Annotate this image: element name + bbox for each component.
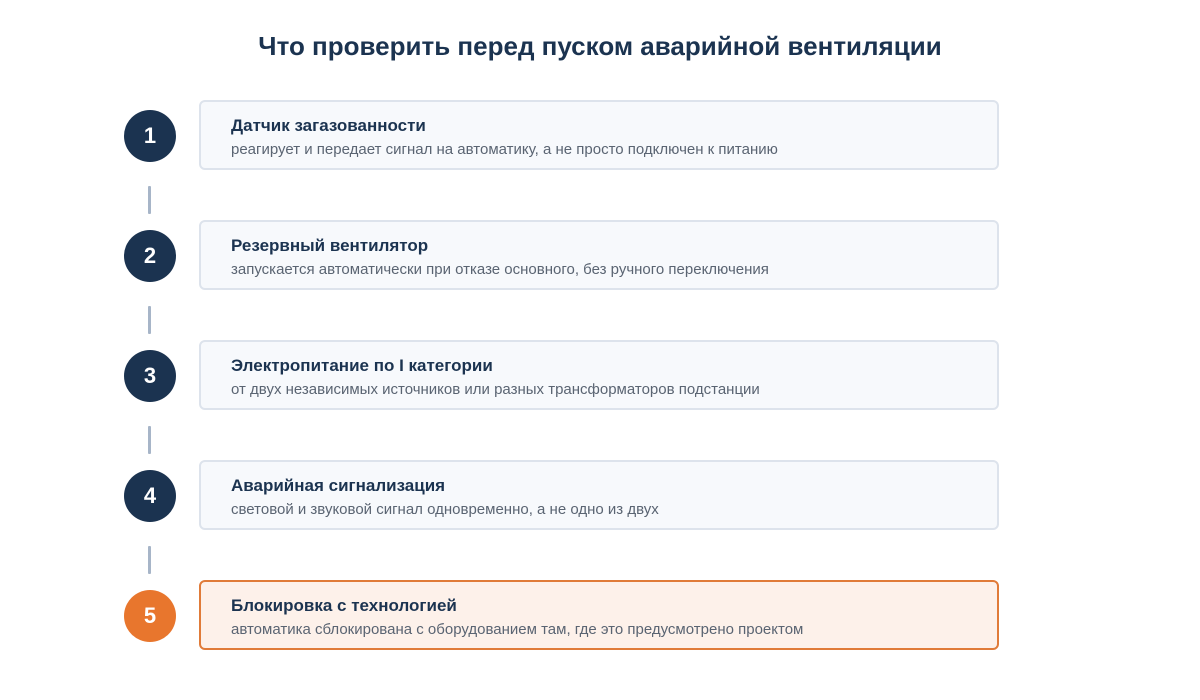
step-2: 2 Резервный вентилятор запускается автом…	[0, 220, 1200, 292]
step-number-badge: 5	[124, 590, 176, 642]
step-number-badge: 3	[124, 350, 176, 402]
step-description: от двух независимых источников или разны…	[231, 381, 760, 398]
step-description: запускается автоматически при отказе осн…	[231, 261, 769, 278]
step-card-highlighted: Блокировка с технологией автоматика сбло…	[199, 580, 999, 650]
step-title: Датчик загазованности	[231, 116, 426, 135]
step-connector	[148, 426, 151, 454]
step-number-badge: 2	[124, 230, 176, 282]
step-5: 5 Блокировка с технологией автоматика сб…	[0, 580, 1200, 652]
step-connector	[148, 546, 151, 574]
step-card: Аварийная сигнализация световой и звуков…	[199, 460, 999, 530]
step-title: Резервный вентилятор	[231, 236, 429, 255]
step-card: Датчик загазованности реагирует и переда…	[199, 100, 999, 170]
page-title: Что проверить перед пуском аварийной вен…	[258, 31, 942, 61]
step-description: автоматика сблокирована с оборудованием …	[231, 621, 804, 638]
step-connector	[148, 306, 151, 334]
step-3: 3 Электропитание по I категории от двух …	[0, 340, 1200, 412]
step-4: 4 Аварийная сигнализация световой и звук…	[0, 460, 1200, 532]
step-title: Электропитание по I категории	[231, 356, 493, 375]
step-title: Аварийная сигнализация	[231, 476, 446, 495]
step-number-badge: 1	[124, 110, 176, 162]
step-description: световой и звуковой сигнал одновременно,…	[231, 501, 659, 518]
checklist-page: Что проверить перед пуском аварийной вен…	[0, 0, 1200, 700]
step-connector	[148, 186, 151, 214]
step-title: Блокировка с технологией	[231, 596, 457, 615]
step-description: реагирует и передает сигнал на автоматик…	[231, 141, 778, 158]
step-card: Электропитание по I категории от двух не…	[199, 340, 999, 410]
step-1: 1 Датчик загазованности реагирует и пере…	[0, 100, 1200, 172]
step-card: Резервный вентилятор запускается автомат…	[199, 220, 999, 290]
step-number-badge: 4	[124, 470, 176, 522]
